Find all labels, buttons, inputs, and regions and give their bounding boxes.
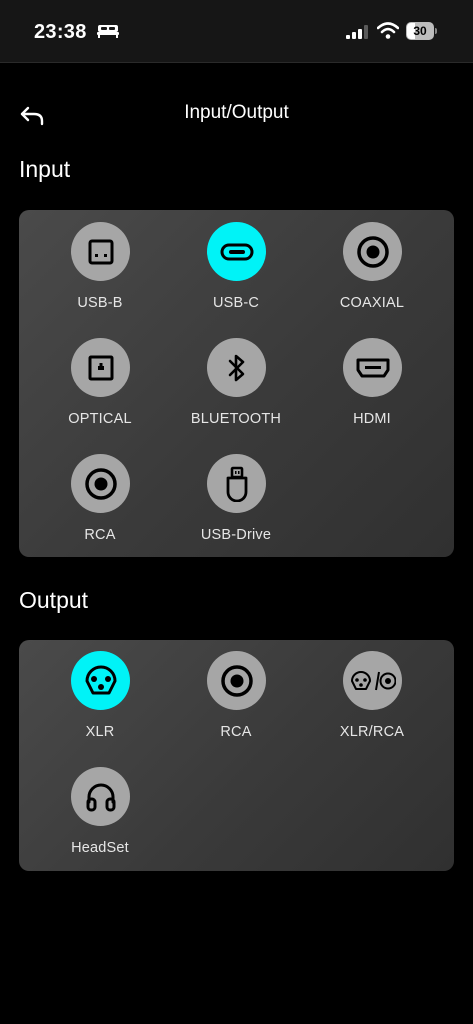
item-label: RCA [220,724,252,740]
input-coaxial[interactable]: COAXIAL [304,222,440,327]
wifi-icon [377,22,399,39]
input-rca[interactable]: RCA [32,454,168,559]
item-label: USB-Drive [200,527,272,543]
battery-level: 30 [413,24,427,38]
item-label: OPTICAL [68,411,132,427]
output-headset[interactable]: HeadSet [32,767,168,872]
input-optical[interactable]: OPTICAL [32,338,168,443]
item-label: BLUETOOTH [190,411,282,427]
item-label: USB-C [212,295,260,311]
input-bluetooth[interactable]: BLUETOOTH [168,338,304,443]
item-label: HeadSet [71,840,129,856]
input-hdmi[interactable]: HDMI [304,338,440,443]
output-rca[interactable]: RCA [168,651,304,756]
output-panel: XLR RCA XLR/RCA HeadSet [19,640,454,871]
item-label: XLR [85,724,115,740]
hdmi-icon [343,338,402,397]
bed-icon [97,25,119,38]
item-label: HDMI [353,411,391,427]
output-xlr[interactable]: XLR [32,651,168,756]
coaxial-icon [343,222,402,281]
item-label: XLR/RCA [339,724,405,740]
page-title: Input/Output [184,102,289,123]
item-label: COAXIAL [339,295,405,311]
input-usb-drive[interactable]: USB-Drive [168,454,304,559]
status-bar: 23:38 30 [0,0,473,63]
input-usb-c[interactable]: USB-C [168,222,304,327]
usb-drive-icon [207,454,266,513]
bluetooth-icon [207,338,266,397]
input-section-title: Input [19,156,71,182]
status-time: 23:38 [34,21,87,43]
usb-b-icon [71,222,130,281]
battery-icon: 30 [406,22,438,40]
rca-icon [71,454,130,513]
headset-icon [71,767,130,826]
xlr-rca-icon [343,651,402,710]
usb-c-icon [207,222,266,281]
rca-icon [207,651,266,710]
input-usb-b[interactable]: USB-B [32,222,168,327]
item-label: RCA [84,527,116,543]
input-panel: USB-B USB-C COAXIAL OPTICAL BLUETOOTH HD… [19,210,454,557]
output-section-title: Output [19,587,89,613]
output-xlr-rca[interactable]: XLR/RCA [304,651,440,756]
xlr-icon [71,651,130,710]
signal-icon [346,25,368,39]
item-label: USB-B [77,295,123,311]
optical-icon [71,338,130,397]
